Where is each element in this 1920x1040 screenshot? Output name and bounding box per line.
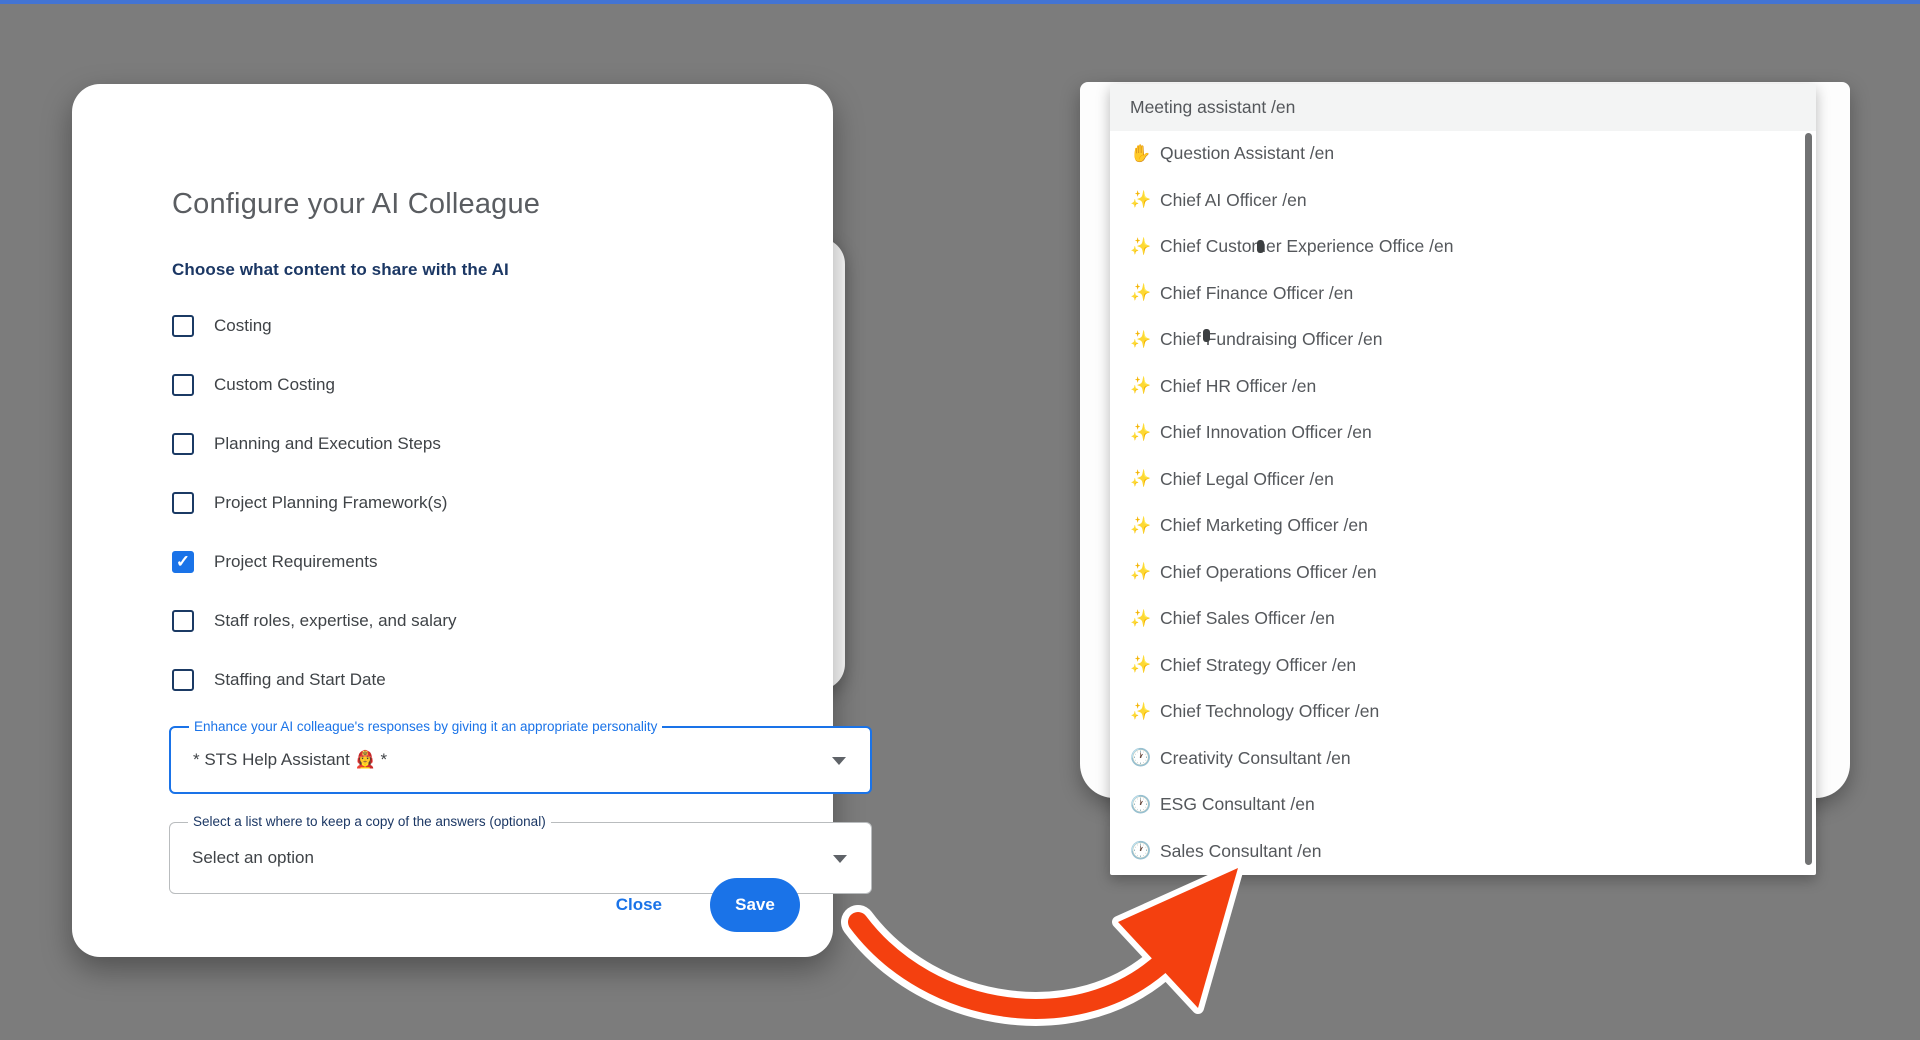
sparkles-icon: ✨ (1130, 423, 1160, 443)
menu-item[interactable]: 🕐Sales Consultant /en (1110, 828, 1816, 875)
dialog-actions: Close Save (616, 878, 800, 932)
personality-select-value: * STS Help Assistant 👩‍🚒 * (193, 750, 387, 770)
checkbox-row[interactable]: Project Planning Framework(s) (172, 473, 832, 532)
checkbox-unchecked[interactable] (172, 669, 194, 691)
menu-item[interactable]: ✨Chief AI Officer /en (1110, 177, 1816, 224)
sparkles-icon: ✨ (1130, 702, 1160, 722)
sparkles-icon: ✨ (1130, 562, 1160, 582)
answers-list-select-label: Select a list where to keep a copy of th… (188, 814, 551, 829)
sparkles-icon: ✨ (1130, 609, 1160, 629)
dialog-subtitle: Choose what content to share with the AI (172, 260, 509, 280)
checkbox-row[interactable]: Staffing and Start Date (172, 650, 832, 709)
checkbox-label: Planning and Execution Steps (214, 434, 441, 454)
menu-item[interactable]: ✨Chief Legal Officer /en (1110, 456, 1816, 503)
close-button[interactable]: Close (616, 895, 662, 915)
cursor-dot (1257, 240, 1264, 253)
checkbox-row[interactable]: Costing (172, 296, 832, 355)
sparkles-icon: ✨ (1130, 190, 1160, 210)
menu-item[interactable]: ✨Chief Finance Officer /en (1110, 270, 1816, 317)
mouse-cursor (1203, 329, 1210, 342)
menu-item-label: Creativity Consultant /en (1160, 748, 1351, 769)
menu-item-label: Chief Finance Officer /en (1160, 283, 1353, 304)
menu-item[interactable]: 🕐ESG Consultant /en (1110, 782, 1816, 829)
sparkles-icon: ✨ (1130, 376, 1160, 396)
menu-item[interactable]: ✨Chief Marketing Officer /en (1110, 503, 1816, 550)
sparkles-icon: ✨ (1130, 469, 1160, 489)
menu-item[interactable]: ✨Chief Customer Experience Office /en (1110, 224, 1816, 271)
save-button[interactable]: Save (710, 878, 800, 932)
menu-item[interactable]: ✨Chief Operations Officer /en (1110, 549, 1816, 596)
checkbox-label: Staff roles, expertise, and salary (214, 611, 457, 631)
content-checkbox-list: Costing Custom Costing Planning and Execut… (172, 296, 832, 709)
menu-item[interactable]: ✨Chief HR Officer /en (1110, 363, 1816, 410)
sparkles-icon: ✨ (1130, 516, 1160, 536)
checkbox-row[interactable]: Staff roles, expertise, and salary (172, 591, 832, 650)
menu-item-label: Chief Fundraising Officer /en (1160, 329, 1382, 350)
clock-icon: 🕐 (1130, 748, 1160, 768)
menu-item[interactable]: Meeting assistant /en (1110, 84, 1816, 131)
menu-item-label: Chief HR Officer /en (1160, 376, 1316, 397)
scrollbar-thumb[interactable] (1805, 133, 1812, 865)
menu-item[interactable]: 🕐Creativity Consultant /en (1110, 735, 1816, 782)
menu-item-label: Sales Consultant /en (1160, 841, 1322, 862)
menu-item[interactable]: ✋Question Assistant /en (1110, 131, 1816, 178)
sparkles-icon: ✨ (1130, 655, 1160, 675)
sparkles-icon: ✨ (1130, 237, 1160, 257)
menu-item-label: Chief Sales Officer /en (1160, 608, 1335, 629)
top-window-strip (0, 0, 1920, 4)
checkbox-unchecked[interactable] (172, 492, 194, 514)
menu-item-label: Chief Customer Experience Office /en (1160, 236, 1453, 257)
menu-item-label: Chief Innovation Officer /en (1160, 422, 1372, 443)
menu-item-label: Chief Legal Officer /en (1160, 469, 1334, 490)
sparkles-icon: ✨ (1130, 330, 1160, 350)
menu-item[interactable]: ✨Chief Technology Officer /en (1110, 689, 1816, 736)
configure-ai-colleague-dialog: Configure your AI Colleague Choose what … (72, 84, 833, 957)
menu-item-label: ESG Consultant /en (1160, 794, 1315, 815)
checkbox-row[interactable]: ✓ Project Requirements (172, 532, 832, 591)
personality-select[interactable]: Enhance your AI colleague's responses by… (169, 726, 872, 794)
menu-item-label: Question Assistant /en (1160, 143, 1334, 164)
menu-item-label: Meeting assistant /en (1130, 97, 1295, 118)
clock-icon: 🕐 (1130, 841, 1160, 861)
clock-icon: 🕐 (1130, 795, 1160, 815)
checkbox-unchecked[interactable] (172, 315, 194, 337)
menu-item-label: Chief Technology Officer /en (1160, 701, 1379, 722)
menu-item[interactable]: ✨Chief Innovation Officer /en (1110, 410, 1816, 457)
menu-item-label: Chief Operations Officer /en (1160, 562, 1377, 583)
checkbox-unchecked[interactable] (172, 433, 194, 455)
dialog-title: Configure your AI Colleague (172, 188, 540, 221)
menu-item[interactable]: ✨Chief Sales Officer /en (1110, 596, 1816, 643)
menu-item-label: Chief Strategy Officer /en (1160, 655, 1356, 676)
raised-hand-icon: ✋ (1130, 144, 1160, 164)
chevron-down-icon[interactable] (832, 757, 846, 765)
menu-item[interactable]: ✨Chief Strategy Officer /en (1110, 642, 1816, 689)
menu-item-label: Chief Marketing Officer /en (1160, 515, 1368, 536)
answers-list-select-value: Select an option (192, 848, 314, 868)
checkbox-label: Costing (214, 316, 272, 336)
checkbox-label: Project Planning Framework(s) (214, 493, 447, 513)
sparkles-icon: ✨ (1130, 283, 1160, 303)
personality-select-label: Enhance your AI colleague's responses by… (189, 719, 662, 734)
checkbox-label: Project Requirements (214, 552, 377, 572)
chevron-down-icon[interactable] (833, 855, 847, 863)
menu-item-label: Chief AI Officer /en (1160, 190, 1307, 211)
menu-item[interactable]: ✨Chief Fundraising Officer /en (1110, 317, 1816, 364)
checkbox-label: Custom Costing (214, 375, 335, 395)
personality-dropdown-menu: Meeting assistant /en ✋Question Assistant… (1110, 84, 1816, 875)
checkbox-unchecked[interactable] (172, 374, 194, 396)
checkbox-row[interactable]: Planning and Execution Steps (172, 414, 832, 473)
checkbox-unchecked[interactable] (172, 610, 194, 632)
checkbox-label: Staffing and Start Date (214, 670, 386, 690)
checkbox-row[interactable]: Custom Costing (172, 355, 832, 414)
checkbox-checked[interactable]: ✓ (172, 551, 194, 573)
